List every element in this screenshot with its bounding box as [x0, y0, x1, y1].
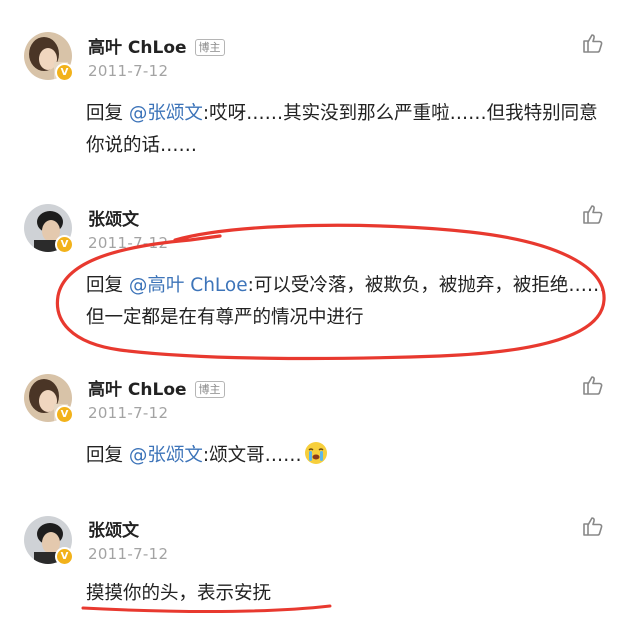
mention-link[interactable]: @张颂文: [129, 103, 203, 124]
comment-date: 2011-7-12: [88, 234, 169, 252]
verified-badge-icon: V: [55, 235, 74, 254]
verified-badge-icon: V: [55, 63, 74, 82]
author-name[interactable]: 张颂文: [88, 205, 139, 230]
avatar[interactable]: V: [24, 32, 74, 82]
avatar[interactable]: V: [24, 204, 74, 254]
avatar[interactable]: V: [24, 374, 74, 424]
author-tag: 博主: [194, 381, 225, 398]
avatar[interactable]: V: [24, 516, 74, 566]
comment-date: 2011-7-12: [88, 545, 169, 563]
mention-link[interactable]: @张颂文: [129, 445, 203, 466]
thumbs-up-icon[interactable]: [582, 375, 604, 395]
comment-text: 摸摸你的头，表示安抚: [86, 583, 272, 604]
crying-face-emoji: [304, 442, 327, 464]
thumbs-up-icon[interactable]: [582, 33, 604, 53]
comment-date: 2011-7-12: [88, 62, 169, 80]
thumbs-up-icon[interactable]: [582, 516, 604, 536]
mention-link[interactable]: @高叶 ChLoe: [129, 275, 248, 296]
comment-text: 回复 @高叶 ChLoe:可以受冷落，被欺负，被抛弃，被拒绝……但一定都是在有尊…: [86, 275, 606, 328]
comment-text: 回复 @张颂文:颂文哥……: [86, 440, 606, 472]
author-tag: 博主: [194, 39, 225, 56]
author-name[interactable]: 高叶 ChLoe 博主: [88, 375, 225, 400]
author-name[interactable]: 张颂文: [88, 516, 139, 541]
thumbs-up-icon[interactable]: [582, 204, 604, 224]
author-name[interactable]: 高叶 ChLoe 博主: [88, 33, 225, 58]
comment-text: 回复 @张颂文:哎呀……其实没到那么严重啦……但我特别同意你说的话……: [86, 103, 598, 156]
verified-badge-icon: V: [55, 547, 74, 566]
verified-badge-icon: V: [55, 405, 74, 424]
comment-date: 2011-7-12: [88, 404, 169, 422]
